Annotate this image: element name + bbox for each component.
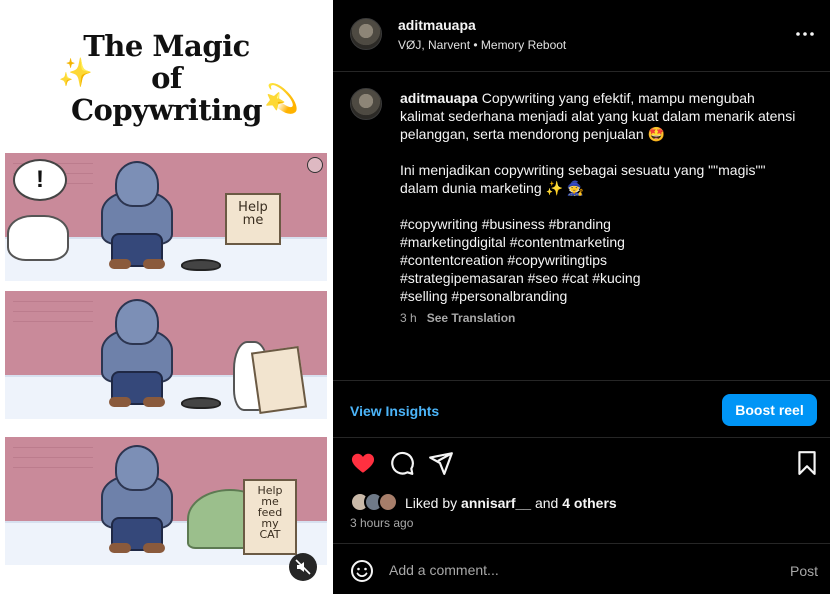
- likes-middle: and: [531, 495, 563, 511]
- dizzy-icon: 💫: [264, 83, 299, 114]
- caption-username[interactable]: aditmauapa: [400, 90, 478, 106]
- homeless-man-figure: [97, 299, 177, 407]
- comment-input[interactable]: [389, 558, 749, 582]
- hat-figure: [181, 397, 221, 409]
- hashtag-line[interactable]: #strategipemasaran #seo #cat #kucing: [400, 269, 800, 287]
- comment-icon[interactable]: [389, 450, 415, 476]
- hat-figure: [181, 259, 221, 271]
- boost-reel-button[interactable]: Boost reel: [722, 394, 817, 426]
- caption-time: 3 h: [400, 311, 417, 325]
- more-options-icon[interactable]: [795, 24, 815, 44]
- audio-subtitle[interactable]: VØJ, Narvent • Memory Reboot: [398, 38, 566, 52]
- author-avatar[interactable]: [350, 18, 382, 50]
- share-icon[interactable]: [428, 450, 454, 476]
- likes-others[interactable]: 4 others: [562, 495, 616, 511]
- post-header: aditmauapa VØJ, Narvent • Memory Reboot: [333, 0, 830, 72]
- mute-button[interactable]: [289, 553, 317, 581]
- hashtag-line[interactable]: #contentcreation #copywritingtips: [400, 251, 800, 269]
- media-title-line-1: The Magic: [83, 29, 250, 63]
- post-sidebar: aditmauapa VØJ, Narvent • Memory Reboot …: [333, 0, 830, 594]
- sparkles-icon: ✨: [58, 57, 93, 88]
- liker-username[interactable]: annisarf__: [461, 495, 531, 511]
- brick-wall: [13, 301, 93, 331]
- caption-meta: 3 h See Translation: [400, 311, 515, 325]
- author-username[interactable]: aditmauapa: [398, 17, 476, 33]
- hashtag-list[interactable]: #copywriting #business #branding #market…: [400, 215, 800, 305]
- help-feed-cat-sign: Help me feed my CAT: [243, 479, 297, 555]
- like-heart-icon[interactable]: [350, 450, 376, 476]
- comment-bar: Post: [333, 543, 830, 594]
- hashtag-line[interactable]: #copywriting #business #branding: [400, 215, 800, 233]
- cat-figure: [7, 215, 69, 261]
- reel-indicator-icon: [307, 157, 323, 173]
- post-timestamp: 3 hours ago: [350, 516, 414, 530]
- caption-avatar[interactable]: [350, 88, 382, 120]
- view-insights-link[interactable]: View Insights: [350, 403, 439, 419]
- emoji-icon[interactable]: [350, 559, 374, 583]
- help-sign: Help me: [225, 193, 281, 245]
- speaker-muted-icon: [295, 559, 311, 575]
- blank-sign: [250, 345, 308, 415]
- comic-panel-1: ! Help me: [5, 153, 327, 281]
- brick-wall: [13, 447, 93, 477]
- action-row: [333, 450, 830, 480]
- insights-bar: View Insights Boost reel: [333, 380, 830, 438]
- hashtag-line[interactable]: #selling #personalbranding: [400, 287, 800, 305]
- comic-panel-2: [5, 291, 327, 419]
- liker-avatar: [378, 492, 398, 512]
- likes-text: Liked by annisarf__ and 4 others: [405, 495, 617, 511]
- save-bookmark-icon[interactable]: [794, 450, 820, 476]
- comic-panel-3: Help me feed my CAT: [5, 437, 327, 565]
- homeless-man-figure: [97, 445, 177, 553]
- hashtag-line[interactable]: #marketingdigital #contentmarketing: [400, 233, 800, 251]
- post-caption: aditmauapa Copywriting yang efektif, mam…: [400, 89, 800, 305]
- thought-bubble: !: [13, 159, 67, 201]
- post-media[interactable]: The Magic of Copywriting ✨ 💫 ! Help me H…: [0, 0, 333, 594]
- homeless-man-figure: [97, 161, 177, 269]
- likes-prefix: Liked by: [405, 495, 462, 511]
- see-translation-link[interactable]: See Translation: [427, 311, 516, 325]
- post-comment-button[interactable]: Post: [790, 563, 818, 579]
- caption-text-2: Ini menjadikan copywriting sebagai sesua…: [400, 162, 766, 196]
- likes-summary[interactable]: Liked by annisarf__ and 4 others: [350, 492, 820, 514]
